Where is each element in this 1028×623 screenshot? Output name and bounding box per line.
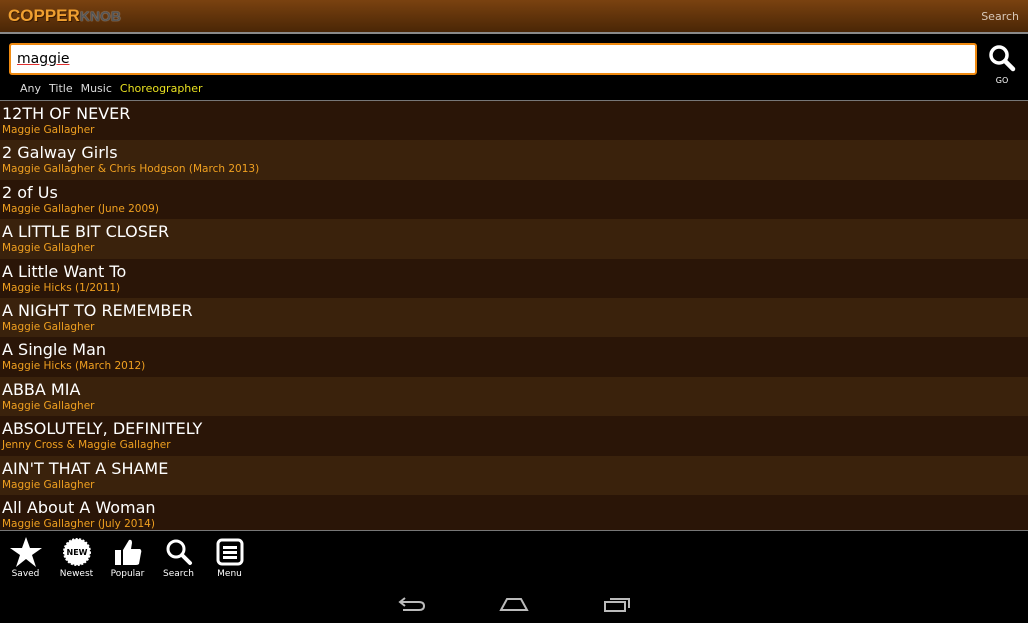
result-item[interactable]: AIN'T THAT A SHAME Maggie Gallagher <box>0 455 1028 495</box>
bottom-nav: Saved NEW Newest Popular Search Menu <box>0 537 255 579</box>
result-title: AIN'T THAT A SHAME <box>2 458 169 478</box>
result-item[interactable]: A NIGHT TO REMEMBER Maggie Gallagher <box>0 297 1028 338</box>
recents-icon[interactable] <box>603 595 633 613</box>
result-item[interactable]: A LITTLE BIT CLOSER Maggie Gallagher <box>0 219 1028 259</box>
top-search-link[interactable]: Search <box>981 10 1019 23</box>
result-choreographer: Maggie Gallagher <box>2 242 95 255</box>
filter-music[interactable]: Music <box>81 82 112 95</box>
result-title: A Single Man <box>2 340 107 360</box>
result-choreographer: Maggie Gallagher <box>2 478 95 491</box>
thumbs-up-icon <box>114 539 141 565</box>
result-item[interactable]: 12TH OF NEVER Maggie Gallagher <box>0 101 1028 141</box>
result-title: 12TH OF NEVER <box>2 104 131 123</box>
back-icon[interactable] <box>397 595 427 613</box>
result-title: All About A Woman <box>2 497 156 517</box>
search-box <box>9 43 977 75</box>
result-title: A LITTLE BIT CLOSER <box>2 222 170 242</box>
menu-button[interactable]: Menu <box>204 537 255 579</box>
search-filters: Any Title Music Choreographer <box>20 82 203 95</box>
result-item[interactable]: A Little Want To Maggie Hicks (1/2011) <box>0 258 1028 298</box>
result-choreographer: Jenny Cross & Maggie Gallagher <box>2 439 171 452</box>
search-button[interactable]: Search <box>153 537 204 579</box>
result-choreographer: Maggie Gallagher & Chris Hodgson (March … <box>2 163 260 176</box>
go-label: GO <box>995 76 1009 85</box>
svg-text:NEW: NEW <box>66 548 87 557</box>
result-item[interactable]: All About A Woman Maggie Gallagher (July … <box>0 494 1028 530</box>
popular-button[interactable]: Popular <box>102 537 153 579</box>
filter-any[interactable]: Any <box>20 82 41 95</box>
copperknob-logo[interactable]: COPPERKNOB <box>8 6 121 26</box>
result-choreographer: Maggie Hicks (March 2012) <box>2 360 146 373</box>
search-icon <box>989 45 1016 72</box>
result-choreographer: Maggie Hicks (1/2011) <box>2 281 121 294</box>
result-title: 2 of Us <box>2 182 58 202</box>
result-item[interactable]: 2 of Us Maggie Gallagher (June 2009) <box>0 179 1028 220</box>
result-choreographer: Maggie Gallagher (June 2009) <box>2 202 159 215</box>
result-choreographer: Maggie Gallagher (July 2014) <box>2 517 155 530</box>
result-item[interactable]: 2 Galway Girls Maggie Gallagher & Chris H… <box>0 140 1028 180</box>
result-item[interactable]: A Single Man Maggie Hicks (March 2012) <box>0 337 1028 377</box>
result-title: ABSOLUTELY, DEFINITELY <box>2 419 203 439</box>
search-input[interactable] <box>11 45 975 73</box>
result-choreographer: Maggie Gallagher <box>2 320 95 333</box>
filter-title[interactable]: Title <box>49 82 73 95</box>
result-title: A NIGHT TO REMEMBER <box>2 300 193 320</box>
home-icon[interactable] <box>499 595 529 613</box>
saved-button[interactable]: Saved <box>0 537 51 579</box>
menu-icon <box>216 538 243 566</box>
result-item[interactable]: ABSOLUTELY, DEFINITELY Jenny Cross & Magg… <box>0 416 1028 456</box>
result-title: 2 Galway Girls <box>2 143 118 163</box>
go-button[interactable]: GO <box>987 44 1017 85</box>
new-badge-icon: NEW <box>62 538 91 566</box>
search-icon <box>166 539 192 565</box>
result-item[interactable]: ABBA MIA Maggie Gallagher <box>0 376 1028 417</box>
top-bar: COPPERKNOB Search <box>0 0 1028 34</box>
newest-button[interactable]: NEW Newest <box>51 537 102 579</box>
system-nav-bar <box>0 595 1028 615</box>
result-title: A Little Want To <box>2 261 127 281</box>
filter-choreographer[interactable]: Choreographer <box>120 82 203 95</box>
result-choreographer: Maggie Gallagher <box>2 124 95 136</box>
result-title: ABBA MIA <box>2 379 81 399</box>
result-choreographer: Maggie Gallagher <box>2 399 95 412</box>
results-list: 12TH OF NEVER Maggie Gallagher 2 Galway Gi… <box>0 100 1028 531</box>
star-icon <box>9 537 42 567</box>
